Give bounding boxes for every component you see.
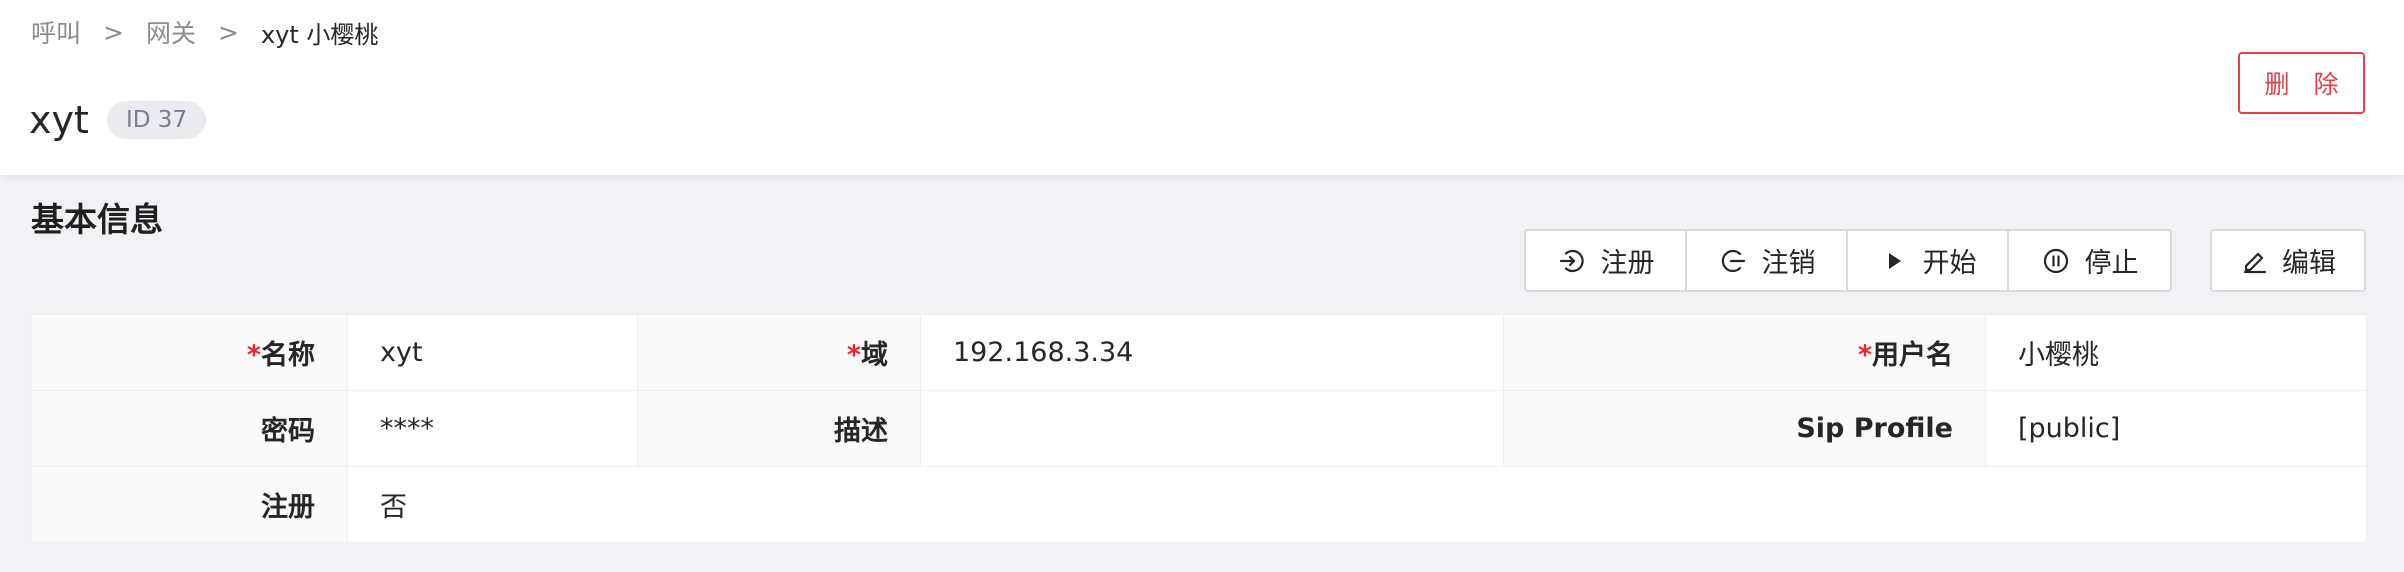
- field-label-name: *名称: [31, 314, 348, 391]
- field-value-name: xyt: [347, 314, 638, 391]
- table-row: 密码 **** 描述 Sip Profile [public]: [31, 390, 2367, 467]
- field-label-username: *用户名: [1503, 314, 1986, 391]
- edit-button[interactable]: 编辑: [2210, 229, 2366, 292]
- required-marker: *: [246, 340, 261, 371]
- field-value-register: 否: [347, 466, 2367, 543]
- edit-button-label: 编辑: [2282, 248, 2336, 279]
- breadcrumb-separator: >: [103, 17, 124, 47]
- action-button-group: 注册 注销 开始 停止: [1524, 229, 2172, 292]
- field-label-register: 注册: [31, 466, 348, 543]
- register-button[interactable]: 注册: [1526, 231, 1687, 290]
- pause-circle-icon: [2041, 246, 2071, 276]
- breadcrumb-item-gateway[interactable]: 网关: [146, 14, 196, 50]
- play-icon: [1879, 246, 1909, 276]
- stop-button-label: 停止: [2084, 248, 2139, 279]
- breadcrumb-current: xyt 小樱桃: [260, 20, 379, 49]
- field-label-password: 密码: [31, 390, 348, 467]
- login-icon: [1557, 246, 1587, 276]
- breadcrumb-separator: >: [217, 17, 239, 47]
- field-value-password: ****: [347, 390, 638, 467]
- id-badge: ID 37: [107, 101, 207, 139]
- breadcrumb: 呼叫 > 网关 > xyt 小樱桃: [31, 14, 378, 50]
- register-button-label: 注册: [1600, 248, 1655, 279]
- required-marker: *: [846, 340, 861, 371]
- breadcrumb-item-call[interactable]: 呼叫: [31, 14, 81, 50]
- page-header: 呼叫 > 网关 > xyt 小樱桃 xyt ID 37 删 除: [0, 0, 2404, 175]
- logout-icon: [1718, 246, 1748, 276]
- field-value-sip-profile: [public]: [1985, 390, 2367, 467]
- table-row: 注册 否: [31, 466, 2367, 543]
- field-value-description: [920, 390, 1504, 467]
- section-title: 基本信息: [31, 200, 163, 239]
- field-value-username: 小樱桃: [1985, 314, 2367, 391]
- field-label-domain: *域: [637, 314, 921, 391]
- unregister-button-label: 注销: [1761, 248, 1816, 279]
- start-button-label: 开始: [1922, 248, 1977, 279]
- pencil-icon: [2240, 246, 2270, 276]
- page-title: xyt: [29, 98, 89, 142]
- basic-info-table: *名称 xyt *域 192.168.3.34 *用户名 小樱桃 密码 ****…: [31, 314, 2367, 543]
- field-label-sip-profile: Sip Profile: [1503, 390, 1986, 467]
- delete-button[interactable]: 删 除: [2238, 52, 2365, 114]
- required-marker: *: [1857, 340, 1872, 371]
- start-button[interactable]: 开始: [1848, 231, 2009, 290]
- field-value-domain: 192.168.3.34: [920, 314, 1504, 391]
- unregister-button[interactable]: 注销: [1687, 231, 1848, 290]
- stop-button[interactable]: 停止: [2009, 231, 2170, 290]
- table-row: *名称 xyt *域 192.168.3.34 *用户名 小樱桃: [31, 314, 2367, 391]
- field-label-description: 描述: [637, 390, 921, 467]
